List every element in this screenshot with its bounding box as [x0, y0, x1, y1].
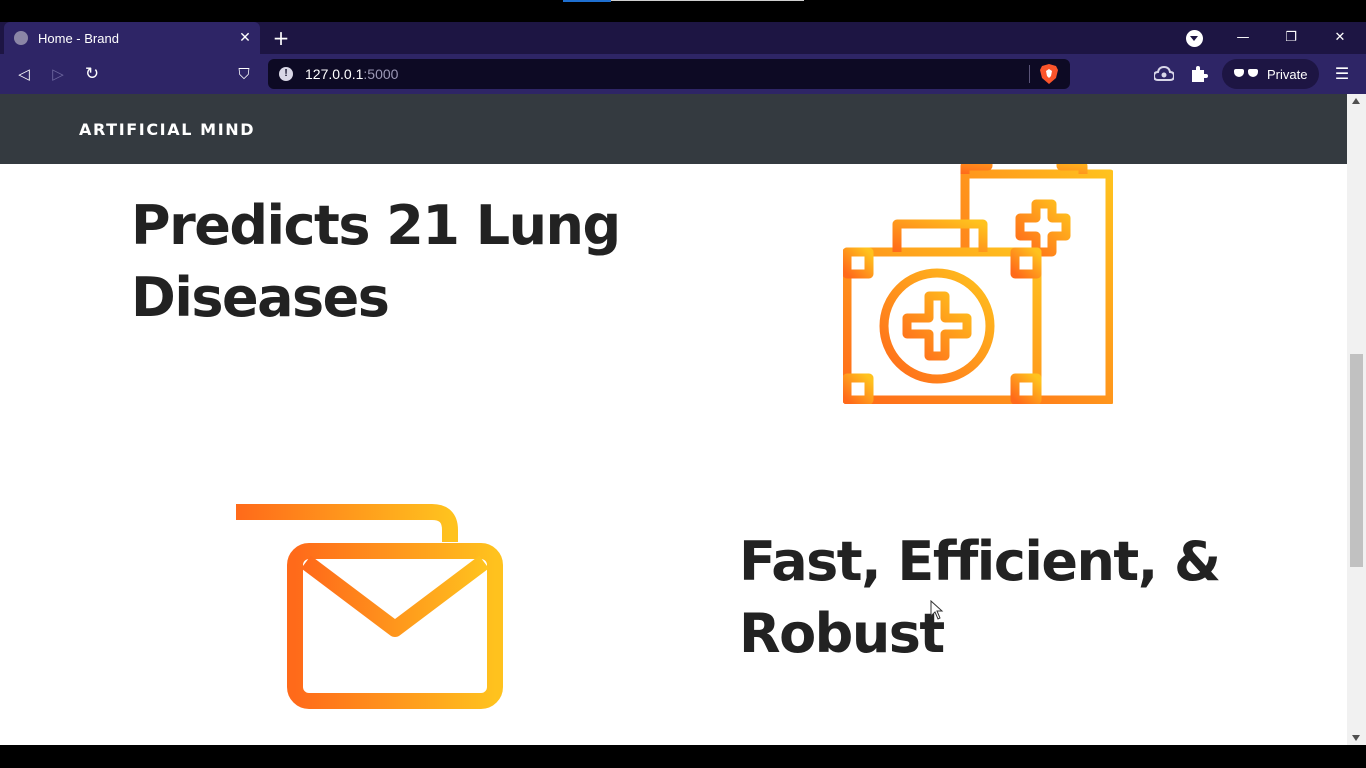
close-window-button[interactable]: ✕	[1317, 22, 1363, 54]
feature-heading-lung-diseases: Predicts 21 Lung Diseases	[131, 194, 621, 329]
forward-icon[interactable]: ▷	[47, 63, 69, 85]
tab-home[interactable]: Home - Brand ✕	[4, 22, 260, 54]
close-icon[interactable]: ✕	[236, 29, 254, 47]
tab-search-chevron-down-icon[interactable]	[1186, 30, 1203, 47]
menu-icon[interactable]: ☰	[1331, 63, 1353, 85]
private-label: Private	[1267, 66, 1308, 82]
feature-heading-fast-efficient: Fast, Efficient, & Robust	[739, 530, 1221, 665]
progress-track	[611, 0, 804, 1]
scroll-down-arrow-icon[interactable]	[1352, 735, 1360, 741]
extensions-icon[interactable]	[1189, 64, 1209, 84]
minimize-button[interactable]: —	[1220, 22, 1266, 54]
private-window-badge[interactable]: Private	[1222, 59, 1319, 89]
browser-toolbar: ◁ ▷ ↻ ⛉ ! 127.0.0.1:5000 Private ☰	[0, 54, 1366, 94]
info-icon[interactable]: !	[279, 67, 293, 81]
progress-indicator	[563, 0, 611, 2]
screen-bottom-strip	[0, 745, 1366, 768]
brand-link[interactable]: ARTIFICIAL MIND	[79, 120, 255, 139]
url-text: 127.0.0.1:5000	[305, 66, 399, 82]
vpn-icon[interactable]	[1154, 65, 1174, 83]
mouse-cursor-icon	[930, 600, 944, 620]
scrollbar-thumb[interactable]	[1350, 354, 1363, 567]
private-glasses-icon	[1234, 69, 1258, 79]
scroll-up-arrow-icon[interactable]	[1352, 98, 1360, 104]
brave-shield-icon[interactable]	[1040, 64, 1058, 84]
bookmark-icon[interactable]: ⛉	[233, 63, 255, 85]
reload-icon[interactable]: ↻	[81, 63, 103, 85]
url-separator	[1029, 65, 1030, 83]
globe-icon	[14, 31, 28, 45]
address-bar[interactable]: ! 127.0.0.1:5000	[268, 59, 1070, 89]
tab-bar: Home - Brand ✕ + — ❐ ✕	[0, 22, 1366, 54]
restore-button[interactable]: ❐	[1268, 22, 1314, 54]
screen-top-strip	[0, 0, 1366, 22]
tab-title: Home - Brand	[38, 30, 119, 46]
back-icon[interactable]: ◁	[13, 63, 35, 85]
page-viewport: ARTIFICIAL MIND Predicts 21 Lung Disease…	[0, 94, 1347, 745]
fast-mail-icon	[236, 504, 503, 709]
medical-kit-icon	[843, 164, 1113, 404]
site-navbar: ARTIFICIAL MIND	[0, 94, 1347, 164]
new-tab-button[interactable]: +	[270, 27, 292, 49]
page-scrollbar[interactable]	[1347, 94, 1366, 745]
